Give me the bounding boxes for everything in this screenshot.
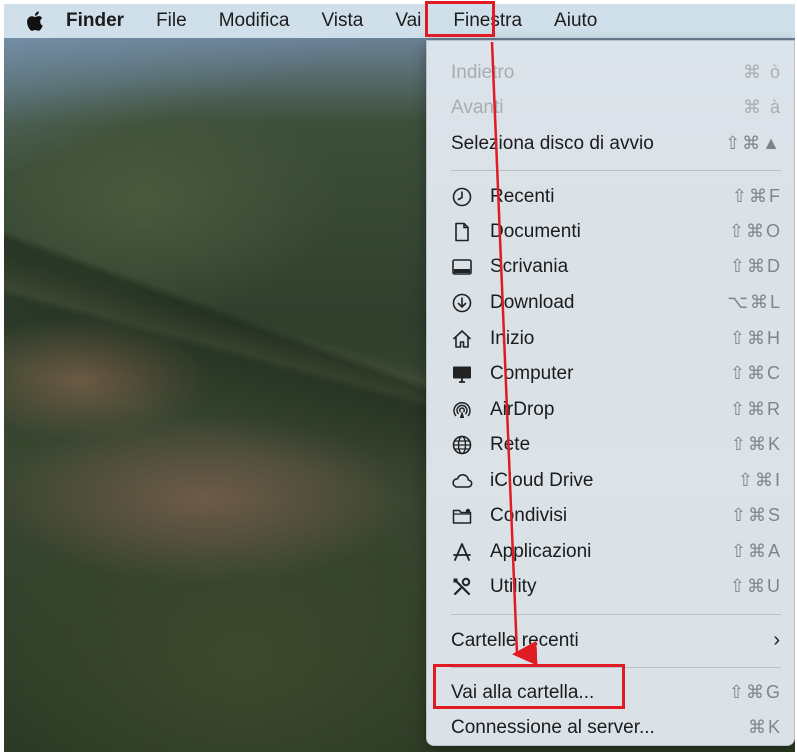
- menu-item-label: Condivisi: [490, 504, 568, 526]
- menu-item-label: Avanti: [451, 96, 504, 118]
- menu-modifica[interactable]: Modifica: [203, 4, 306, 38]
- menu-item-cartelle-recenti[interactable]: Cartelle recenti ›: [427, 623, 794, 658]
- menu-item-shortcut: ⌘ ò: [742, 62, 782, 82]
- menu-item-shortcut: ⇧⌘U: [729, 576, 782, 596]
- menu-item-utility[interactable]: Utility ⇧⌘U: [427, 569, 794, 604]
- menu-separator: [451, 614, 781, 615]
- menu-item-shortcut: ⇧⌘O: [728, 221, 782, 241]
- menu-item-seleziona-disco[interactable]: Seleziona disco di avvio ⇧⌘▲: [427, 126, 794, 161]
- menu-item-shortcut: ⇧⌘A: [730, 541, 782, 561]
- vai-highlight-box: [425, 1, 495, 37]
- menu-item-label: Documenti: [490, 220, 581, 242]
- menu-item-shortcut: ⇧⌘F: [731, 186, 782, 206]
- menu-item-inizio[interactable]: Inizio ⇧⌘H: [427, 321, 794, 356]
- menu-bar: Finder File Modifica Vista Vai Finestra …: [4, 4, 795, 38]
- menu-vista[interactable]: Vista: [305, 4, 379, 38]
- menu-separator: [451, 170, 781, 171]
- menu-item-label: Download: [490, 291, 575, 313]
- menu-item-shortcut: ⌘K: [747, 717, 782, 737]
- menu-item-shortcut: ⇧⌘H: [729, 328, 782, 348]
- menu-item-condivisi[interactable]: Condivisi ⇧⌘S: [427, 498, 794, 533]
- menu-item-shortcut: ⇧⌘S: [730, 505, 782, 525]
- menu-item-label: Utility: [490, 575, 537, 597]
- menu-file[interactable]: File: [140, 4, 203, 38]
- menu-item-airdrop[interactable]: AirDrop ⇧⌘R: [427, 392, 794, 427]
- chevron-right-icon: ›: [773, 629, 780, 651]
- monitor-icon: [451, 363, 473, 385]
- menu-item-label: Computer: [490, 362, 574, 384]
- shared-folder-icon: [451, 505, 473, 527]
- menu-item-computer[interactable]: Computer ⇧⌘C: [427, 356, 794, 391]
- apple-logo-icon[interactable]: [4, 4, 60, 38]
- menu-item-label: Inizio: [490, 327, 535, 349]
- menu-aiuto[interactable]: Aiuto: [538, 4, 613, 38]
- menu-item-label: Connessione al server...: [451, 716, 655, 738]
- menu-item-label: Cartelle recenti: [451, 629, 579, 651]
- menu-item-connessione-server[interactable]: Connessione al server... ⌘K: [427, 710, 794, 745]
- menu-item-shortcut: ⇧⌘G: [728, 682, 782, 702]
- menu-item-label: iCloud Drive: [490, 469, 594, 491]
- menu-item-recenti[interactable]: Recenti ⇧⌘F: [427, 179, 794, 214]
- menu-item-shortcut: ⌥⌘L: [727, 292, 782, 312]
- menu-item-shortcut: ⇧⌘I: [737, 470, 782, 490]
- go-to-folder-highlight-box: [433, 664, 625, 709]
- globe-icon: [451, 434, 473, 456]
- desktop-icon: [451, 256, 473, 278]
- menu-item-shortcut: ⇧⌘C: [729, 363, 782, 383]
- menu-item-rete[interactable]: Rete ⇧⌘K: [427, 427, 794, 462]
- home-icon: [451, 328, 473, 350]
- menu-item-shortcut: ⇧⌘R: [729, 399, 782, 419]
- menu-item-icloud-drive[interactable]: iCloud Drive ⇧⌘I: [427, 463, 794, 498]
- vai-dropdown-menu: Indietro ⌘ ò Avanti ⌘ à Seleziona disco …: [426, 40, 795, 746]
- menu-item-label: Rete: [490, 433, 531, 455]
- download-icon: [451, 292, 473, 314]
- menu-item-indietro[interactable]: Indietro ⌘ ò: [427, 55, 794, 90]
- menu-item-label: Indietro: [451, 61, 515, 83]
- tools-icon: [451, 576, 473, 598]
- clock-icon: [451, 186, 473, 208]
- menu-item-label: AirDrop: [490, 398, 555, 420]
- menu-item-label: Applicazioni: [490, 540, 592, 562]
- menu-item-documenti[interactable]: Documenti ⇧⌘O: [427, 214, 794, 249]
- menu-item-shortcut: ⇧⌘K: [730, 434, 782, 454]
- menu-finder[interactable]: Finder: [60, 4, 140, 38]
- airdrop-icon: [451, 399, 473, 421]
- menu-item-scrivania[interactable]: Scrivania ⇧⌘D: [427, 249, 794, 284]
- screenshot-frame: Finder File Modifica Vista Vai Finestra …: [4, 4, 795, 752]
- menu-item-label: Scrivania: [490, 255, 569, 277]
- document-icon: [451, 221, 473, 243]
- applications-icon: [451, 541, 473, 563]
- menu-item-label: Seleziona disco di avvio: [451, 132, 654, 154]
- menu-item-label: Recenti: [490, 185, 555, 207]
- menu-item-applicazioni[interactable]: Applicazioni ⇧⌘A: [427, 534, 794, 569]
- menu-item-shortcut: ⇧⌘D: [729, 256, 782, 276]
- menu-item-shortcut: ⇧⌘▲: [725, 133, 782, 153]
- menu-item-shortcut: ⌘ à: [742, 97, 782, 117]
- cloud-icon: [451, 470, 473, 492]
- menu-item-avanti[interactable]: Avanti ⌘ à: [427, 90, 794, 125]
- menu-item-download[interactable]: Download ⌥⌘L: [427, 285, 794, 320]
